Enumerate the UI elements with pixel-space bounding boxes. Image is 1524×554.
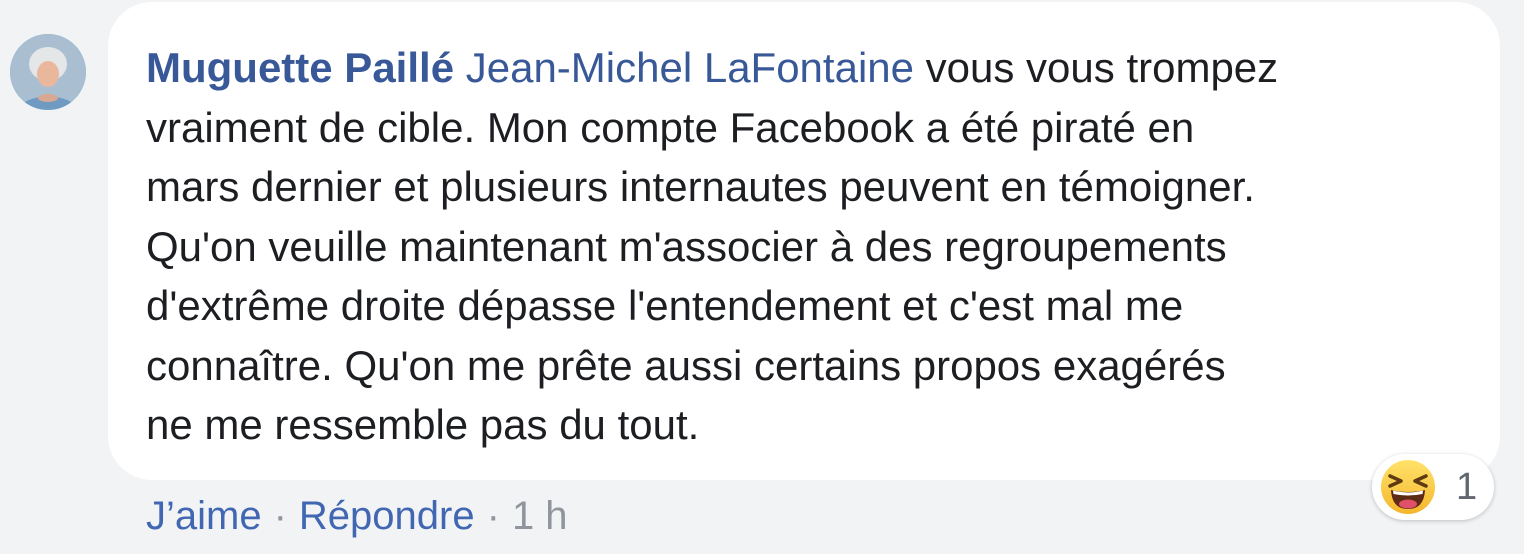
comment-line: d'extrême droite dépasse l'entendement e… [146, 282, 1184, 329]
author-name-link[interactable]: Muguette Paillé [146, 44, 454, 91]
comment-line: connaître. Qu'on me prête aussi certains… [146, 341, 1226, 389]
comment-text-segment: vous vous trompez [914, 44, 1279, 91]
comment-actions: J’aime · Répondre · 1 h [146, 492, 568, 540]
mention-link[interactable]: Jean-Michel LaFontaine [466, 44, 914, 91]
avatar[interactable] [10, 34, 86, 110]
comment-line: Qu'on veuille maintenant m'associer à de… [146, 222, 1227, 270]
comment-line: Muguette Paillé Jean-Michel LaFontaine v… [146, 38, 1486, 98]
laughing-face-icon [1381, 460, 1435, 514]
like-button[interactable]: J’aime [146, 494, 262, 538]
separator: · [486, 494, 500, 538]
comment-bubble: Muguette Paillé Jean-Michel LaFontaine v… [108, 2, 1500, 480]
separator: · [273, 494, 287, 538]
reaction-summary[interactable]: 1 [1372, 454, 1494, 520]
comment-text: Muguette Paillé Jean-Michel LaFontaine v… [146, 38, 1486, 455]
profile-photo [10, 34, 86, 110]
timestamp[interactable]: 1 h [512, 494, 568, 538]
comment-line: ne me ressemble pas du tout. [146, 401, 700, 448]
comment-line: vraiment de cible. Mon compte Facebook a… [146, 103, 1195, 151]
reply-button[interactable]: Répondre [299, 494, 475, 538]
comment-line: mars dernier et plusieurs internautes pe… [146, 163, 1255, 210]
reaction-count: 1 [1456, 466, 1478, 508]
